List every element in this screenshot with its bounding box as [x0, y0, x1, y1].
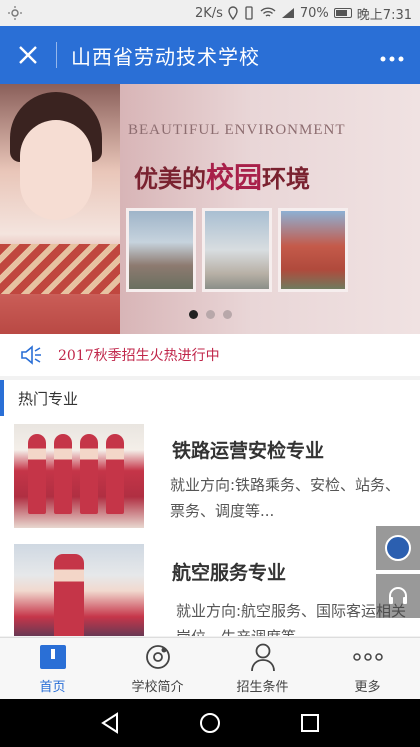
school-badge-button[interactable] — [376, 526, 420, 570]
major-thumbnail — [14, 544, 144, 636]
banner-heading-big: 校园 — [206, 161, 263, 194]
announcement-bar[interactable]: 2017秋季招生火热进行中 — [0, 334, 420, 376]
recent-apps-icon[interactable] — [300, 713, 320, 733]
customer-service-button[interactable] — [376, 574, 420, 618]
announcement-text: 2017秋季招生火热进行中 — [58, 348, 220, 364]
wifi-icon — [260, 7, 276, 17]
carousel-dot[interactable] — [188, 310, 198, 319]
major-description: 就业方向:航空服务、国际客运相关岗位、生产调度等... — [176, 602, 406, 636]
banner-model-image — [0, 84, 120, 334]
tab-school-intro[interactable]: 学校简介 — [105, 638, 210, 699]
home-circle-icon[interactable] — [199, 712, 221, 734]
bottom-tab-bar: 首页 学校简介 招生条件 更多 — [0, 637, 420, 699]
tab-label: 招生条件 — [236, 680, 289, 695]
speaker-icon — [21, 345, 41, 365]
tab-label: 更多 — [354, 680, 381, 695]
campus-photo — [202, 208, 272, 292]
more-dots-icon — [352, 653, 383, 661]
system-nav-bar — [0, 699, 420, 747]
status-bar: 2K/s 70% 晚上7:31 — [0, 0, 420, 26]
tab-home[interactable]: 首页 — [0, 638, 105, 699]
person-icon — [250, 643, 275, 672]
major-name: 航空服务专业 — [172, 562, 287, 584]
vibrate-icon — [245, 6, 253, 20]
banner-heading-prefix: 优美的 — [134, 165, 206, 193]
title-bar: 山西省劳动技术学校 — [0, 26, 420, 84]
banner-heading-suffix: 环境 — [262, 165, 311, 193]
major-name: 铁路运营安检专业 — [172, 440, 325, 462]
home-icon — [39, 645, 66, 669]
school-logo-icon — [385, 535, 411, 561]
banner-heading-cn: 优美的校园环境 — [134, 156, 310, 196]
network-speed: 2K/s — [194, 5, 223, 21]
close-button[interactable] — [0, 26, 56, 84]
clock: 晚上7:31 — [356, 7, 412, 23]
tab-more[interactable]: 更多 — [315, 638, 420, 699]
location-icon — [228, 6, 238, 20]
section-title: 热门专业 — [0, 380, 420, 416]
carousel-dot[interactable] — [205, 310, 215, 319]
list-item[interactable]: 航空服务专业 就业方向:航空服务、国际客运相关岗位、生产调度等... — [0, 544, 420, 636]
back-icon[interactable] — [100, 712, 120, 734]
major-description: 就业方向:铁路乘务、安检、站务、票务、调度等... — [170, 476, 401, 520]
carousel-indicator — [0, 310, 420, 319]
majors-list: 铁路运营安检专业 就业方向:铁路乘务、安检、站务、票务、调度等... 航空服务专… — [0, 416, 420, 636]
tab-label: 首页 — [39, 680, 66, 695]
headset-icon — [389, 587, 407, 604]
brightness-icon — [8, 6, 22, 20]
more-menu-button[interactable] — [364, 43, 420, 68]
battery-icon — [333, 8, 352, 18]
close-icon — [19, 46, 37, 64]
list-item[interactable]: 铁路运营安检专业 就业方向:铁路乘务、安检、站务、票务、调度等... — [0, 424, 420, 544]
tab-label: 学校简介 — [131, 680, 184, 695]
school-info-icon — [145, 645, 170, 669]
tab-admission[interactable]: 招生条件 — [210, 638, 315, 699]
banner-heading-en: BEAUTIFUL ENVIRONMENT — [128, 122, 346, 138]
battery-percent: 70% — [299, 5, 329, 21]
carousel-dot[interactable] — [222, 310, 232, 319]
more-dots-icon — [380, 56, 404, 61]
page-title: 山西省劳动技术学校 — [71, 44, 260, 69]
banner-carousel[interactable]: BEAUTIFUL ENVIRONMENT 优美的校园环境 — [0, 84, 420, 334]
signal-icon — [281, 8, 294, 18]
campus-photo — [278, 208, 348, 292]
major-thumbnail — [14, 424, 144, 528]
campus-photo — [126, 208, 196, 292]
